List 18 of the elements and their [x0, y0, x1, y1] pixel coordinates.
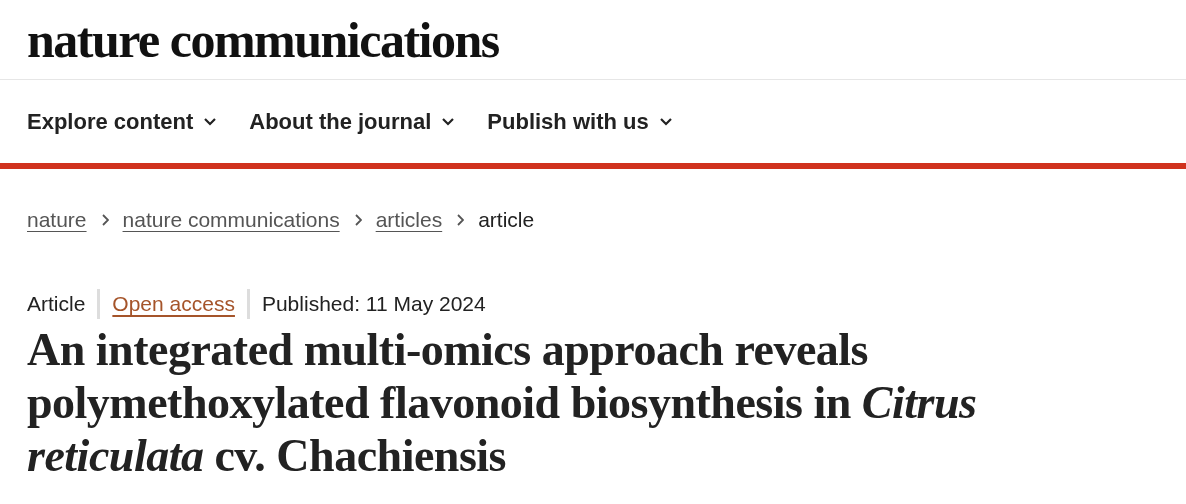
nav-menu-button[interactable]: About the journal	[249, 108, 456, 135]
chevron-down-icon	[203, 117, 218, 126]
chevron-right-icon	[456, 214, 465, 226]
nav-menu-button[interactable]: Explore content	[27, 108, 218, 135]
chevron-right-icon	[353, 214, 362, 226]
breadcrumb-link[interactable]: articles	[375, 208, 443, 232]
publication-date: Published: 11 May 2024	[261, 292, 486, 316]
article-type: Article	[27, 292, 86, 316]
chevron-down-icon	[441, 117, 456, 126]
nav-menu-button[interactable]: Publish with us	[487, 108, 673, 135]
breadcrumb-current: article	[478, 208, 535, 232]
article-title: An integrated multi-omics approach reveals polymethoxylated flavonoid biosynthesis in Citrus reticulata cv. Chachiensis	[27, 323, 978, 482]
breadcrumb-link[interactable]: nature communications	[122, 208, 340, 232]
chevron-down-icon	[658, 117, 673, 126]
journal-logo[interactable]: nature communications	[27, 10, 499, 69]
chevron-right-icon	[100, 214, 109, 226]
breadcrumb-link[interactable]: nature	[27, 208, 87, 232]
open-access-link[interactable]: Open access	[112, 292, 235, 316]
